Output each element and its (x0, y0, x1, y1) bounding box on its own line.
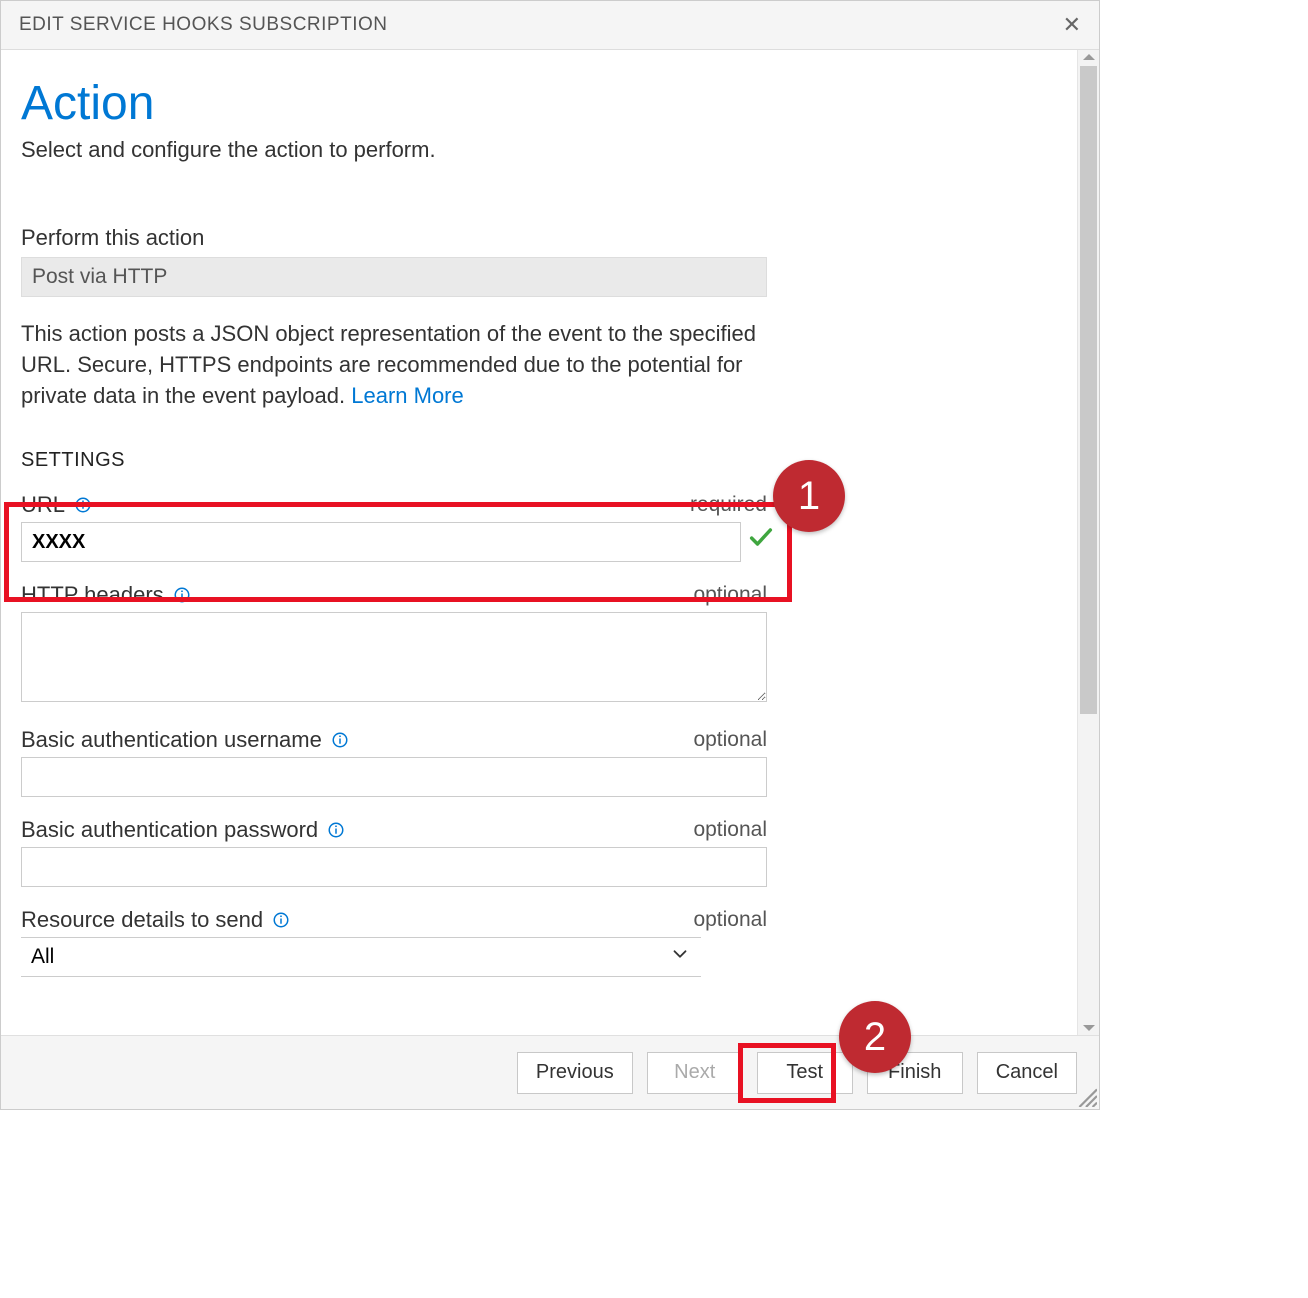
action-description: This action posts a JSON object represen… (21, 319, 791, 411)
resource-details-value: All (31, 945, 54, 969)
url-row: URL required (21, 492, 767, 562)
info-icon[interactable] (326, 820, 346, 840)
url-hint: required (690, 493, 767, 517)
dialog-title: EDIT SERVICE HOOKS SUBSCRIPTION (19, 14, 387, 36)
url-label: URL (21, 492, 65, 518)
page-subtitle: Select and configure the action to perfo… (21, 137, 1057, 163)
settings-heading: SETTINGS (21, 449, 1057, 472)
basic-user-label: Basic authentication username (21, 727, 322, 753)
http-headers-label: HTTP headers (21, 582, 164, 608)
scroll-down-icon[interactable] (1083, 1025, 1095, 1031)
basic-pass-hint: optional (693, 818, 767, 842)
basic-user-input[interactable] (21, 757, 767, 797)
resource-details-select[interactable]: All (21, 937, 701, 977)
dialog-footer: Previous Next Test Finish Cancel (1, 1035, 1099, 1109)
resource-details-hint: optional (693, 908, 767, 932)
action-label: Perform this action (21, 225, 1057, 251)
basic-user-row: Basic authentication username optional (21, 727, 767, 797)
http-headers-input[interactable] (21, 612, 767, 702)
previous-button[interactable]: Previous (517, 1052, 633, 1094)
check-ok-icon (747, 523, 775, 556)
resize-grip-icon[interactable] (1075, 1085, 1097, 1107)
learn-more-link[interactable]: Learn More (351, 383, 464, 408)
close-icon[interactable]: ✕ (1063, 12, 1081, 38)
action-value: Post via HTTP (32, 265, 167, 289)
info-icon[interactable] (73, 495, 93, 515)
action-value-box: Post via HTTP (21, 257, 767, 297)
test-button[interactable]: Test (757, 1052, 853, 1094)
http-headers-row: HTTP headers optional (21, 582, 767, 707)
info-icon[interactable] (172, 585, 192, 605)
resource-details-row: Resource details to send optional All (21, 907, 767, 977)
cancel-button[interactable]: Cancel (977, 1052, 1077, 1094)
basic-pass-label: Basic authentication password (21, 817, 318, 843)
resource-details-label: Resource details to send (21, 907, 263, 933)
annotation-badge-1: 1 (773, 460, 845, 532)
dialog-body: Action Select and configure the action t… (1, 50, 1077, 1035)
scroll-up-icon[interactable] (1083, 54, 1095, 60)
url-input[interactable] (21, 522, 741, 562)
scrollbar[interactable] (1077, 50, 1099, 1035)
chevron-down-icon (669, 943, 691, 972)
basic-pass-input[interactable] (21, 847, 767, 887)
basic-pass-row: Basic authentication password optional (21, 817, 767, 887)
annotation-badge-2: 2 (839, 1001, 911, 1073)
http-headers-hint: optional (693, 583, 767, 607)
dialog: EDIT SERVICE HOOKS SUBSCRIPTION ✕ Action… (0, 0, 1100, 1110)
basic-user-hint: optional (693, 728, 767, 752)
dialog-body-wrap: Action Select and configure the action t… (1, 50, 1099, 1035)
scrollbar-track[interactable] (1078, 66, 1099, 1019)
info-icon[interactable] (330, 730, 350, 750)
dialog-header: EDIT SERVICE HOOKS SUBSCRIPTION ✕ (1, 1, 1099, 50)
info-icon[interactable] (271, 910, 291, 930)
scrollbar-thumb[interactable] (1080, 66, 1097, 714)
next-button[interactable]: Next (647, 1052, 743, 1094)
page-title: Action (21, 76, 1057, 131)
